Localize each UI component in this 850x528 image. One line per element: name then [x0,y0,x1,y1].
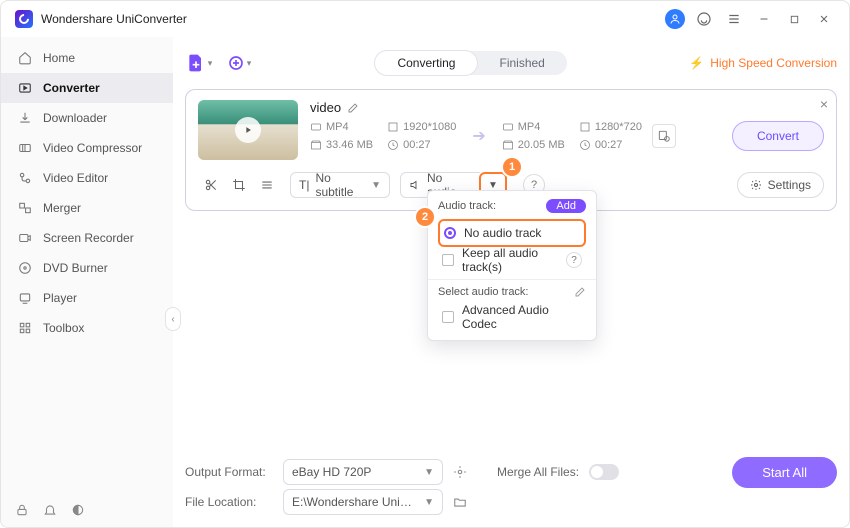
bolt-icon: ⚡ [689,56,704,70]
sidebar-item-label: DVD Burner [43,261,108,275]
add-url-button[interactable]: ▾ [225,49,253,77]
card-close-icon[interactable]: × [820,96,828,112]
sidebar-item-label: Screen Recorder [43,231,134,245]
player-icon [17,290,33,306]
sidebar-collapse[interactable]: ‹ [165,307,181,331]
toolbar: ▾ ▾ Converting Finished ⚡High Speed Conv… [185,45,837,81]
menu-icon[interactable] [723,8,745,30]
sidebar-item-merger[interactable]: Merger [1,193,173,223]
option-no-audio-track[interactable]: No audio track [438,219,586,247]
sidebar-item-player[interactable]: Player [1,283,173,313]
select-track-label: Select audio track: [438,286,529,298]
rename-icon[interactable] [347,102,359,114]
tab-converting[interactable]: Converting [375,51,477,75]
dvd-icon [17,260,33,276]
start-all-button[interactable]: Start All [732,457,837,488]
sidebar-item-label: Video Editor [43,171,108,185]
callout-badge-2: 2 [416,208,434,226]
sidebar-item-dvd[interactable]: DVD Burner [1,253,173,283]
app-logo [15,10,33,28]
option-keep-all-tracks[interactable]: Keep all audio track(s)? [438,247,586,273]
converter-icon [17,80,33,96]
video-card: × video MP4 1920*1080 33.46 MB 00:27 [185,89,837,211]
tab-finished[interactable]: Finished [477,51,566,75]
sidebar-item-editor[interactable]: Video Editor [1,163,173,193]
help-icon[interactable]: ? [566,252,582,268]
video-name: video [310,100,341,115]
audio-track-popup: Audio track: Add No audio track Keep all … [427,190,597,341]
bell-icon[interactable] [43,503,57,517]
popup-header: Audio track: [438,200,496,212]
sidebar-item-toolbox[interactable]: Toolbox [1,313,173,343]
option-advanced-codec[interactable]: Advanced Audio Codec [438,304,586,330]
maximize-icon[interactable] [783,8,805,30]
file-location-label: File Location: [185,495,273,509]
app-title: Wondershare UniConverter [41,12,187,26]
file-location-select[interactable]: E:\Wondershare UniConverter▼ [283,489,443,515]
video-thumbnail [198,100,298,160]
close-icon[interactable] [813,8,835,30]
effect-icon[interactable] [260,178,274,192]
add-audio-button[interactable]: Add [546,199,586,213]
output-format-select[interactable]: eBay HD 720P▼ [283,459,443,485]
subtitle-select[interactable]: T|No subtitle▼ [290,172,390,198]
minimize-icon[interactable] [753,8,775,30]
support-icon[interactable] [693,8,715,30]
sidebar-item-label: Home [43,51,75,65]
sidebar-item-label: Video Compressor [43,141,142,155]
editor-icon [17,170,33,186]
target-specs: MP4 1280*720 20.05 MB 00:27 [502,121,642,151]
callout-badge-1: 1 [503,158,521,176]
trim-icon[interactable] [204,178,218,192]
subtitle-icon: T| [299,178,309,192]
toolbox-icon [17,320,33,336]
sidebar-item-label: Merger [43,201,81,215]
lock-icon[interactable] [15,503,29,517]
chevron-down-icon: ▼ [424,467,434,478]
settings-button[interactable]: Settings [737,172,824,198]
crop-icon[interactable] [232,178,246,192]
titlebar: Wondershare UniConverter [1,1,849,37]
output-gear-icon[interactable] [453,465,467,479]
footer: Output Format: eBay HD 720P▼ Merge All F… [185,447,837,517]
source-specs: MP4 1920*1080 33.46 MB 00:27 [310,121,456,151]
radio-icon [444,227,456,239]
home-icon [17,50,33,66]
add-file-button[interactable]: ▾ [185,49,213,77]
speaker-icon [409,179,421,191]
recorder-icon [17,230,33,246]
compressor-icon [17,140,33,156]
checkbox-icon [442,254,454,266]
sidebar-item-recorder[interactable]: Screen Recorder [1,223,173,253]
sidebar-item-home[interactable]: Home [1,43,173,73]
open-folder-icon[interactable] [453,495,467,509]
theme-icon[interactable] [71,503,85,517]
status-tabs: Converting Finished [375,51,566,75]
user-icon[interactable] [665,9,685,29]
output-format-label: Output Format: [185,465,273,479]
gear-icon [750,179,762,191]
sidebar-item-converter[interactable]: Converter [1,73,173,103]
sidebar-item-compressor[interactable]: Video Compressor [1,133,173,163]
merge-toggle[interactable] [589,464,619,480]
arrow-icon: ➔ [466,126,491,146]
sidebar-item-downloader[interactable]: Downloader [1,103,173,133]
chevron-down-icon: ▼ [371,180,381,191]
sidebar-item-label: Converter [43,81,100,95]
sidebar: Home Converter Downloader Video Compress… [1,37,173,527]
merger-icon [17,200,33,216]
download-icon [17,110,33,126]
high-speed-conversion[interactable]: ⚡High Speed Conversion [689,56,837,70]
sidebar-item-label: Downloader [43,111,107,125]
edit-track-icon[interactable] [574,286,586,298]
play-icon[interactable] [235,117,261,143]
checkbox-icon [442,311,454,323]
sidebar-item-label: Player [43,291,77,305]
sidebar-item-label: Toolbox [43,321,84,335]
convert-button[interactable]: Convert [732,121,824,151]
merge-label: Merge All Files: [497,465,579,479]
chevron-down-icon: ▼ [424,497,434,508]
output-settings-icon[interactable] [652,124,676,148]
